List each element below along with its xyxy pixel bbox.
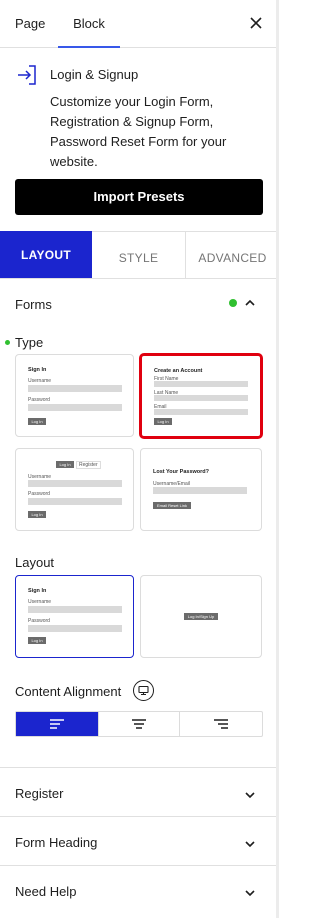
- mini-heading: Sign In: [28, 588, 47, 594]
- divider: [0, 767, 279, 768]
- tab-style[interactable]: STYLE: [92, 232, 186, 278]
- accordion-form-heading[interactable]: Form Heading: [15, 835, 97, 850]
- alignment-button-group: [15, 711, 263, 737]
- mini-heading: Sign In: [28, 367, 47, 373]
- chevron-down-icon[interactable]: [244, 788, 256, 800]
- mini-field: [28, 480, 122, 487]
- mini-field: [28, 404, 122, 411]
- layout-label: Layout: [15, 555, 55, 570]
- mini-label: Password: [28, 618, 50, 624]
- import-presets-button[interactable]: Import Presets: [15, 179, 263, 215]
- type-option-signin[interactable]: Sign In Username Password Log In: [15, 354, 134, 437]
- tab-block[interactable]: Block: [58, 0, 120, 48]
- mini-field: [28, 498, 122, 505]
- mini-field: [28, 606, 122, 613]
- type-option-tabbed[interactable]: Log In Register Username Password Log In: [15, 448, 134, 531]
- mini-label: Password: [28, 397, 50, 403]
- layout-option-popup[interactable]: Log In/Sign Up: [140, 575, 262, 658]
- accordion-need-help[interactable]: Need Help: [15, 884, 76, 899]
- mini-label: Password: [28, 491, 50, 497]
- mini-button: Log In: [28, 511, 46, 518]
- login-block-icon: [15, 63, 39, 87]
- content-alignment-label: Content Alignment: [15, 684, 122, 699]
- mini-field: [154, 395, 248, 401]
- divider: [0, 816, 279, 817]
- scrollbar[interactable]: [276, 0, 279, 918]
- mini-button: Log In: [154, 418, 172, 425]
- mini-label: Username: [28, 378, 52, 384]
- align-center-button[interactable]: [98, 712, 180, 736]
- accordion-register[interactable]: Register: [15, 786, 63, 801]
- status-dot: [229, 299, 237, 307]
- chevron-down-icon[interactable]: [244, 886, 256, 898]
- mini-button: Log In: [28, 418, 46, 425]
- mini-field: [154, 409, 248, 415]
- chevron-down-icon[interactable]: [244, 837, 256, 849]
- mini-label: Username: [28, 599, 52, 605]
- divider: [0, 865, 279, 866]
- mini-tab-login: Log In: [56, 461, 74, 468]
- block-description: Customize your Login Form, Registration …: [50, 94, 227, 169]
- chevron-up-icon[interactable]: [244, 296, 256, 308]
- type-option-lost-password[interactable]: Lost Your Password? Username/Email Email…: [140, 448, 262, 531]
- mini-heading: Create an Account: [154, 368, 203, 374]
- mini-field: [28, 385, 122, 392]
- tab-layout[interactable]: LAYOUT: [0, 231, 92, 278]
- monitor-icon[interactable]: [133, 680, 154, 701]
- mini-heading: Lost Your Password?: [153, 469, 210, 475]
- type-label: Type: [15, 335, 44, 350]
- mini-field: [28, 625, 122, 632]
- mini-button: Log In: [28, 637, 46, 644]
- tab-page[interactable]: Page: [15, 0, 45, 47]
- layout-option-inline[interactable]: Sign In Username Password Log In: [15, 575, 134, 658]
- mini-button: Email Reset Link: [153, 502, 191, 509]
- type-status-dot: [5, 340, 10, 345]
- mini-popup-button: Log In/Sign Up: [184, 613, 218, 620]
- align-right-button[interactable]: [180, 712, 262, 736]
- mini-tab-register: Register: [76, 461, 101, 469]
- close-icon[interactable]: [246, 13, 266, 33]
- align-left-button[interactable]: [16, 712, 98, 736]
- section-tabs: LAYOUT STYLE ADVANCED: [0, 231, 279, 279]
- forms-panel-title[interactable]: Forms: [15, 297, 52, 312]
- block-title: Login & Signup: [50, 67, 139, 82]
- mini-field: [154, 381, 248, 387]
- type-option-create-account[interactable]: Create an Account First Name Last Name E…: [139, 353, 263, 439]
- tab-advanced[interactable]: ADVANCED: [186, 232, 279, 278]
- mini-field: [153, 487, 247, 494]
